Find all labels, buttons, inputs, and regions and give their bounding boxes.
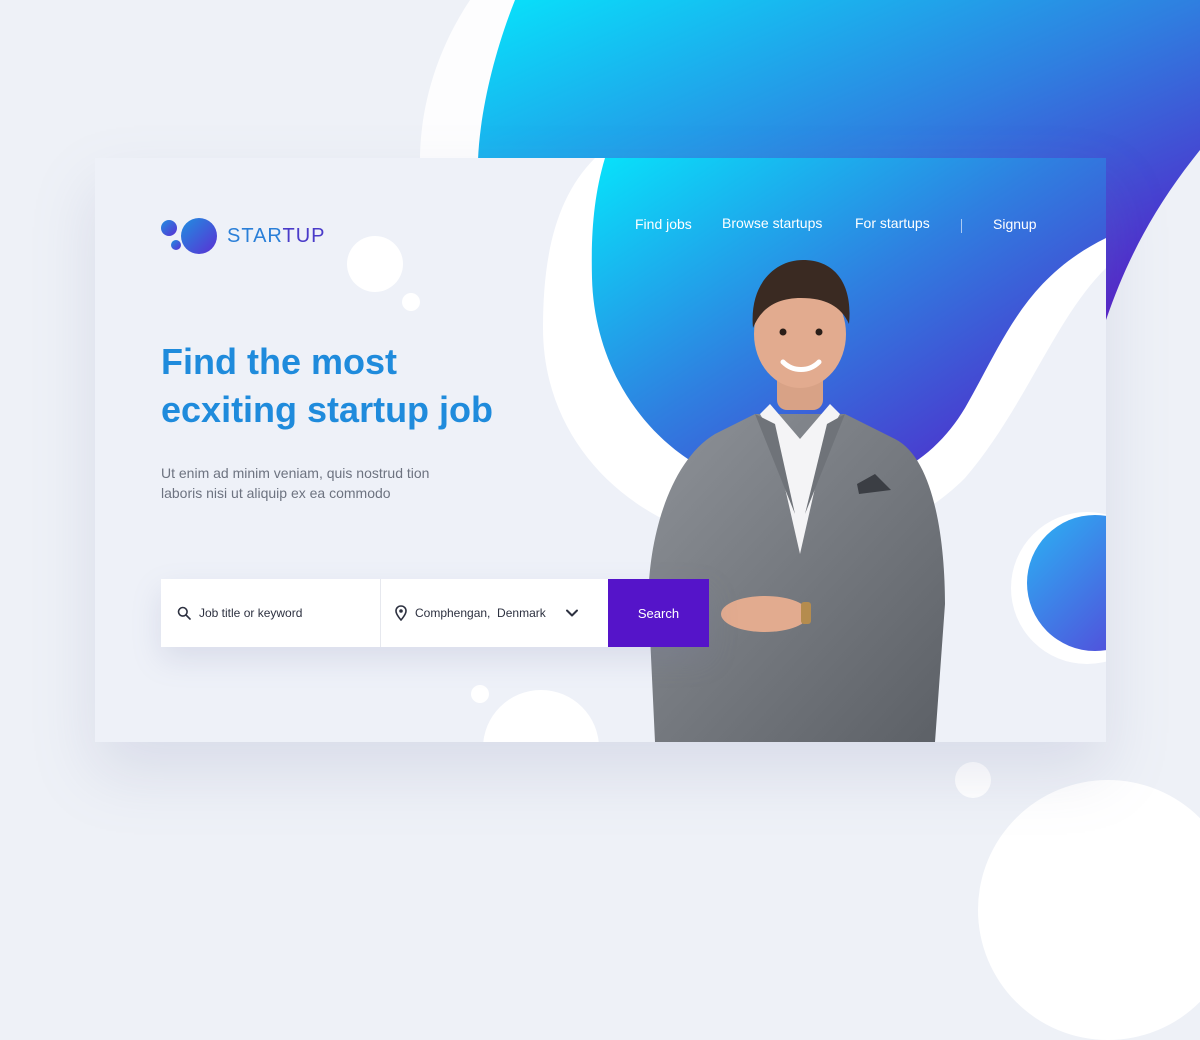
brand-name-part1: STAR <box>227 224 283 247</box>
search-button[interactable]: Search <box>608 579 709 647</box>
bubbles-logo-icon <box>161 216 219 256</box>
hero-subtext: Ut enim ad minim veniam, quis nostrud ti… <box>161 463 501 503</box>
location-value: Comphengan, Denmark <box>415 606 546 620</box>
brand-name: STARTUP <box>227 225 326 248</box>
search-icon <box>177 606 191 620</box>
decorative-bubble <box>955 762 991 798</box>
subtext-line-1: Ut enim ad minim veniam, quis nostrud ti… <box>161 465 430 481</box>
headline-line-1: Find the most <box>161 341 397 382</box>
location-field[interactable]: Comphengan, Denmark <box>381 579 608 647</box>
page-title: Find the most ecxiting startup job <box>161 338 581 434</box>
subtext-line-2: laboris nisi ut aliquip ex ea commodo <box>161 485 391 501</box>
nav-find-jobs[interactable]: Find jobs <box>635 216 692 232</box>
nav-for-startups[interactable]: For startups <box>855 215 930 231</box>
nav-signup[interactable]: Signup <box>993 216 1037 232</box>
keyword-field[interactable]: Job title or keyword <box>161 579 381 647</box>
nav-browse-startups[interactable]: Browse startups <box>722 215 822 231</box>
chevron-down-icon[interactable] <box>564 605 580 621</box>
hero-person-photo <box>648 260 945 742</box>
nav-divider <box>961 219 962 233</box>
brand-name-part2: TUP <box>282 224 326 247</box>
location-pin-icon <box>395 605 407 621</box>
keyword-placeholder: Job title or keyword <box>199 606 303 620</box>
brand-logo[interactable]: STARTUP <box>161 216 326 256</box>
hero-card: STARTUP Find jobs Browse startups For st… <box>95 158 1106 742</box>
job-search-bar: Job title or keyword Comphengan, Denmark… <box>161 579 709 647</box>
headline-line-2: ecxiting startup job <box>161 389 494 430</box>
